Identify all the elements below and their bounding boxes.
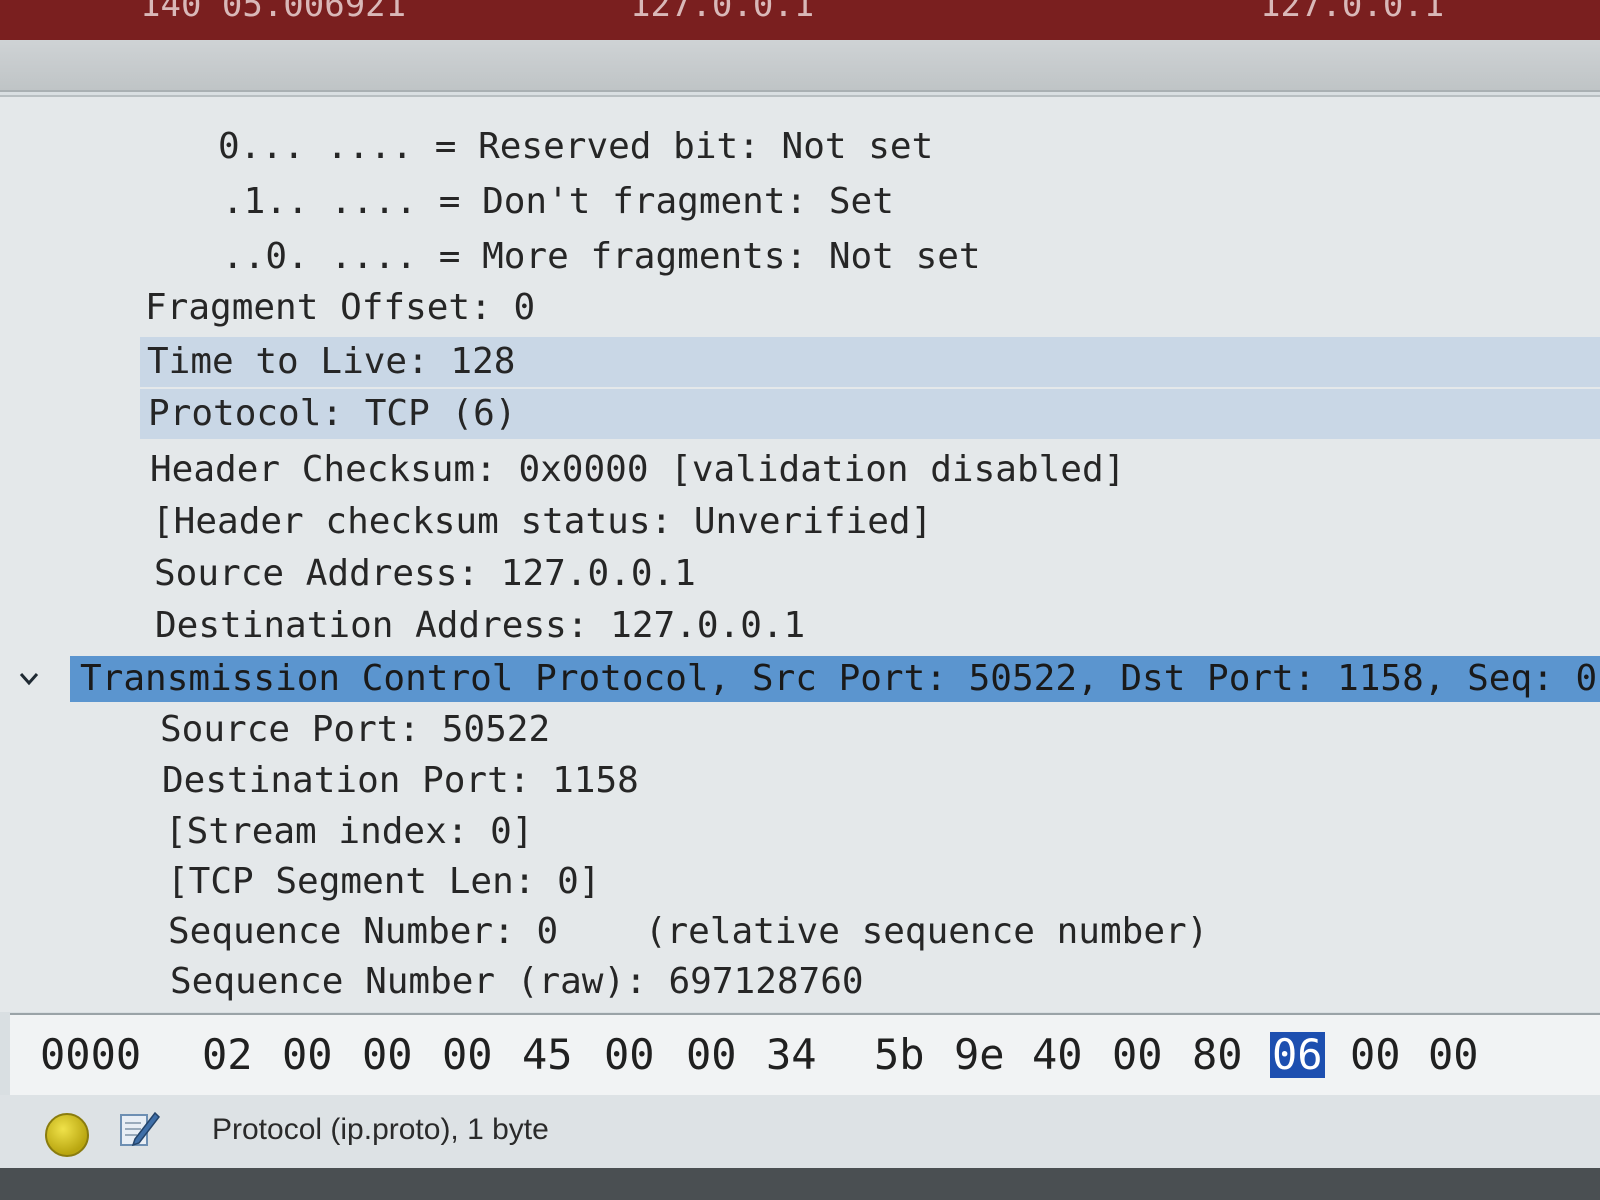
detail-row-text: 0... .... = Reserved bit: Not set: [218, 126, 934, 167]
hex-byte[interactable]: 34: [766, 1015, 817, 1095]
detail-row[interactable]: Fragment Offset: 0: [0, 283, 1600, 333]
detail-row[interactable]: Header Checksum: 0x0000 [validation disa…: [0, 445, 1600, 495]
detail-row-text: Sequence Number (raw): 697128760: [170, 961, 864, 1002]
detail-row[interactable]: [Header checksum status: Unverified]: [0, 497, 1600, 547]
bytes-offset: 0000: [40, 1030, 142, 1079]
hex-byte[interactable]: 00: [1428, 1015, 1479, 1095]
packet-time: 140 05.006921: [140, 0, 407, 25]
detail-row-text: Destination Address: 127.0.0.1: [155, 605, 806, 646]
detail-row-related[interactable]: Time to Live: 128: [0, 337, 1600, 387]
detail-row[interactable]: Destination Address: 127.0.0.1: [0, 601, 1600, 651]
detail-row[interactable]: Sequence Number (raw): 697128760: [0, 957, 1600, 1007]
edit-comment-icon[interactable]: [115, 1105, 163, 1153]
pane-splitter[interactable]: [0, 40, 1600, 92]
detail-row-text: Time to Live: 128: [147, 341, 516, 382]
detail-row[interactable]: ..0. .... = More fragments: Not set: [0, 232, 1600, 282]
hex-byte[interactable]: 02: [202, 1015, 253, 1095]
packet-bytes-pane[interactable]: 0000 02 00 00 00 45 00 00 34 5b 9e 40 00…: [10, 1013, 1600, 1097]
detail-row[interactable]: [Stream index: 0]: [0, 807, 1600, 857]
detail-row-text: Protocol: TCP (6): [148, 393, 517, 434]
hex-byte[interactable]: 5b: [874, 1015, 925, 1095]
detail-row-text: Transmission Control Protocol, Src Port:…: [80, 658, 1598, 699]
status-text: Protocol (ip.proto), 1 byte: [212, 1113, 549, 1146]
hex-byte[interactable]: 00: [1112, 1015, 1163, 1095]
hex-byte[interactable]: 00: [1350, 1015, 1401, 1095]
detail-row[interactable]: 0... .... = Reserved bit: Not set: [0, 122, 1600, 172]
hex-byte[interactable]: 00: [442, 1015, 493, 1095]
hex-byte[interactable]: 00: [604, 1015, 655, 1095]
packet-list-row[interactable]: 140 05.006921 127.0.0.1 127.0.0.1: [0, 0, 1600, 40]
detail-row-text: Destination Port: 1158: [162, 760, 639, 801]
hex-byte[interactable]: 00: [282, 1015, 333, 1095]
detail-row-tcp-header[interactable]: Transmission Control Protocol, Src Port:…: [0, 654, 1600, 704]
detail-row-text: ..0. .... = More fragments: Not set: [222, 236, 981, 277]
detail-row[interactable]: Sequence Number: 0 (relative sequence nu…: [0, 907, 1600, 957]
hex-byte[interactable]: 00: [686, 1015, 737, 1095]
detail-row-text: [Stream index: 0]: [165, 811, 534, 852]
detail-row[interactable]: Destination Port: 1158: [0, 756, 1600, 806]
detail-row[interactable]: Source Address: 127.0.0.1: [0, 549, 1600, 599]
detail-row-text: Source Port: 50522: [160, 709, 551, 750]
hex-byte[interactable]: 00: [362, 1015, 413, 1095]
chevron-down-icon[interactable]: [18, 668, 40, 690]
detail-row-text: [TCP Segment Len: 0]: [167, 861, 601, 902]
detail-row-text: Source Address: 127.0.0.1: [154, 553, 696, 594]
hex-byte[interactable]: 80: [1192, 1015, 1243, 1095]
hex-byte[interactable]: 9e: [954, 1015, 1005, 1095]
detail-row-text: Sequence Number: 0 (relative sequence nu…: [168, 911, 1209, 952]
hex-byte-selected[interactable]: 06: [1270, 1032, 1325, 1078]
packet-details-pane[interactable]: 0... .... = Reserved bit: Not set .1.. .…: [0, 95, 1600, 1012]
detail-row-text: [Header checksum status: Unverified]: [152, 501, 933, 542]
detail-row-selected-field[interactable]: Protocol: TCP (6): [0, 389, 1600, 439]
screen-bezel: [0, 1168, 1600, 1200]
packet-source: 127.0.0.1: [630, 0, 815, 25]
detail-row[interactable]: Source Port: 50522: [0, 705, 1600, 755]
detail-row[interactable]: .1.. .... = Don't fragment: Set: [0, 177, 1600, 227]
detail-row-text: Header Checksum: 0x0000 [validation disa…: [150, 449, 1126, 490]
hex-byte[interactable]: 40: [1032, 1015, 1083, 1095]
hex-byte[interactable]: 45: [522, 1015, 573, 1095]
detail-row[interactable]: [TCP Segment Len: 0]: [0, 857, 1600, 907]
packet-destination: 127.0.0.1: [1260, 0, 1445, 25]
status-led-icon[interactable]: [45, 1113, 89, 1157]
detail-row-text: .1.. .... = Don't fragment: Set: [222, 181, 894, 222]
detail-row-text: Fragment Offset: 0: [145, 287, 536, 328]
